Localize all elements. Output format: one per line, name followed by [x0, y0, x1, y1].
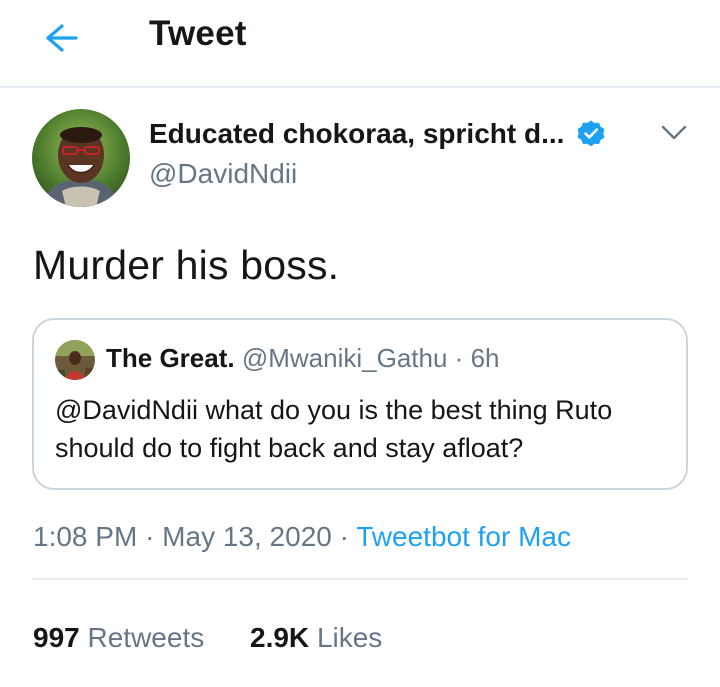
tweet-source-link[interactable]: Tweetbot for Mac	[356, 521, 571, 552]
quoted-author-avatar	[55, 340, 95, 380]
tweet-stats: 997 Retweets 2.9K Likes	[33, 622, 382, 654]
quoted-author-name: The Great.	[106, 343, 235, 373]
chevron-down-icon	[661, 125, 687, 140]
tweet-menu-button[interactable]	[659, 119, 689, 145]
top-bar: Tweet	[0, 0, 720, 88]
quoted-tweet-header: The Great. @Mwaniki_Gathu · 6h	[106, 343, 499, 374]
separator-dot: ·	[145, 521, 155, 552]
quoted-author-handle: @Mwaniki_Gathu	[241, 343, 448, 373]
author-avatar[interactable]	[32, 109, 130, 207]
quoted-tweet-text: @DavidNdii what do you is the best thing…	[55, 395, 613, 463]
quoted-tweet-card[interactable]: The Great. @Mwaniki_Gathu · 6h @DavidNdi…	[32, 318, 688, 490]
tweet-date: May 13, 2020	[162, 521, 332, 552]
likes-label: Likes	[316, 622, 383, 653]
separator-dot: ·	[339, 521, 349, 552]
author-name-row[interactable]: Educated chokoraa, spricht d...	[149, 118, 606, 150]
arrow-left-icon	[46, 24, 78, 52]
avatar-photo	[55, 340, 95, 380]
tweet-meta: 1:08 PM · May 13, 2020 · Tweetbot for Ma…	[33, 521, 571, 553]
author-name: Educated chokoraa, spricht d...	[149, 118, 565, 149]
divider	[32, 578, 688, 580]
avatar-photo	[32, 109, 130, 207]
retweets-stat[interactable]: 997 Retweets	[33, 622, 204, 654]
likes-stat[interactable]: 2.9K Likes	[250, 622, 382, 654]
tweet-text: Murder his boss.	[33, 242, 340, 288]
back-button[interactable]	[40, 20, 80, 56]
quoted-tweet-time: 6h	[470, 343, 500, 373]
separator-dot: ·	[454, 343, 464, 373]
author-handle[interactable]: @DavidNdii	[149, 158, 297, 190]
likes-count: 2.9K	[250, 622, 310, 653]
tweet-time: 1:08 PM	[33, 521, 138, 552]
retweets-label: Retweets	[87, 622, 205, 653]
retweets-count: 997	[33, 622, 80, 653]
page-title: Tweet	[149, 14, 247, 53]
verified-badge-icon	[576, 119, 606, 149]
